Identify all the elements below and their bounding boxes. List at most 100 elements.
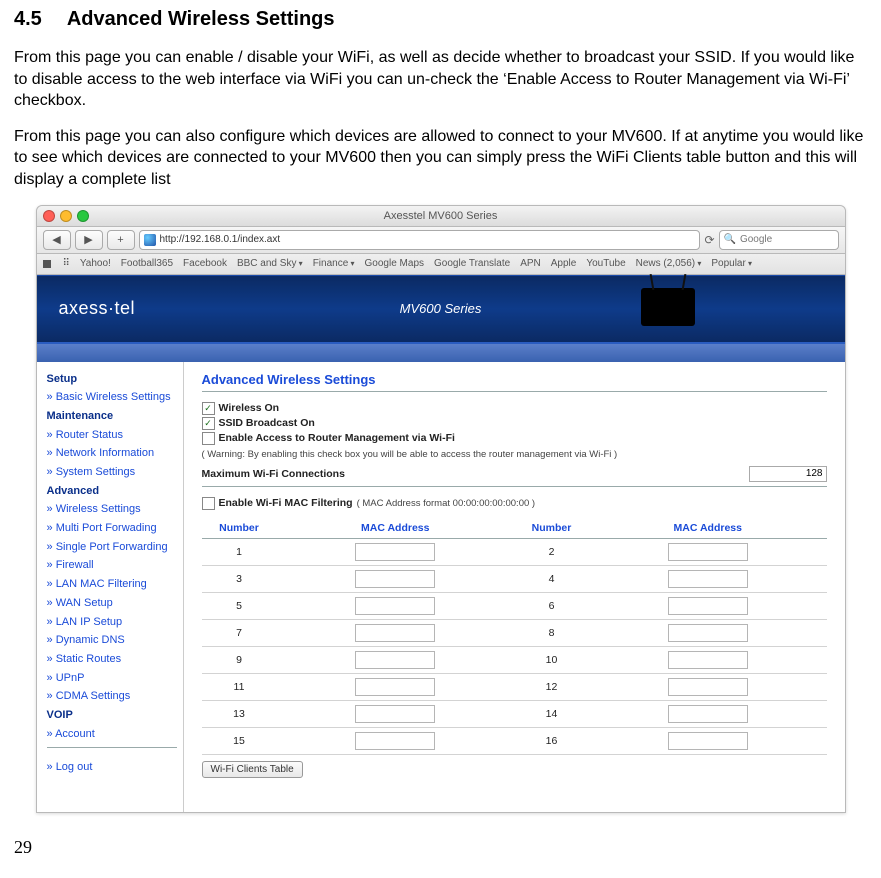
row-number: 4 — [514, 565, 589, 592]
mac-input[interactable] — [668, 705, 748, 723]
mac-input[interactable] — [355, 678, 435, 696]
row-number: 2 — [514, 538, 589, 565]
mac-input[interactable] — [355, 597, 435, 615]
sidebar-item-upnp[interactable]: » UPnP — [47, 669, 177, 688]
page-number: 29 — [14, 837, 867, 858]
sidebar-item-wan-setup[interactable]: » WAN Setup — [47, 594, 177, 613]
table-row: 56 — [202, 592, 827, 619]
forward-button[interactable]: ▶ — [75, 230, 103, 250]
sidebar-header-advanced: Advanced — [47, 482, 177, 501]
ssid-broadcast-checkbox[interactable] — [202, 417, 215, 430]
sidebar-item-system-settings[interactable]: » System Settings — [47, 463, 177, 482]
table-row: 34 — [202, 565, 827, 592]
back-button[interactable]: ◀ — [43, 230, 71, 250]
mac-input[interactable] — [668, 624, 748, 642]
sidebar-item-network-info[interactable]: » Network Information — [47, 444, 177, 463]
row-number: 6 — [514, 592, 589, 619]
sidebar: Setup » Basic Wireless Settings Maintena… — [37, 362, 184, 812]
sidebar-item-basic-wireless[interactable]: » Basic Wireless Settings — [47, 388, 177, 407]
sidebar-item-lan-ip[interactable]: » LAN IP Setup — [47, 613, 177, 632]
mac-input[interactable] — [355, 651, 435, 669]
mac-input[interactable] — [668, 678, 748, 696]
search-box[interactable]: 🔍 Google — [719, 230, 839, 250]
col-number: Number — [202, 518, 277, 539]
mac-input[interactable] — [355, 624, 435, 642]
sidebar-item-wireless-settings[interactable]: » Wireless Settings — [47, 500, 177, 519]
page-body: Setup » Basic Wireless Settings Maintena… — [37, 362, 845, 812]
mac-input[interactable] — [668, 570, 748, 588]
favicon-icon — [144, 234, 156, 246]
window-title: Axesstel MV600 Series — [37, 210, 845, 222]
bookmark-item[interactable]: Popular — [711, 258, 752, 269]
mac-filter-checkbox[interactable] — [202, 497, 215, 510]
body-paragraph-1: From this page you can enable / disable … — [14, 47, 867, 112]
bookmark-item[interactable]: Yahoo! — [80, 258, 111, 269]
add-bookmark-button[interactable]: + — [107, 230, 135, 250]
banner-subbar — [37, 344, 845, 362]
row-number: 7 — [202, 619, 277, 646]
mac-input[interactable] — [355, 543, 435, 561]
row-number: 3 — [202, 565, 277, 592]
max-connections-input[interactable] — [749, 466, 827, 482]
url-bar[interactable]: http://192.168.0.1/index.axt — [139, 230, 701, 250]
wireless-on-label: Wireless On — [219, 402, 280, 414]
mac-input[interactable] — [668, 732, 748, 750]
mac-input[interactable] — [355, 570, 435, 588]
col-mac-2: MAC Address — [589, 518, 827, 539]
ssid-broadcast-label: SSID Broadcast On — [219, 417, 315, 429]
bookmark-item[interactable]: Google Translate — [434, 258, 510, 269]
mac-input[interactable] — [355, 705, 435, 723]
sidebar-item-multi-port[interactable]: » Multi Port Forwading — [47, 519, 177, 538]
mac-input[interactable] — [355, 732, 435, 750]
enable-mgmt-warning: ( Warning: By enabling this check box yo… — [202, 449, 618, 460]
sidebar-item-router-status[interactable]: » Router Status — [47, 426, 177, 445]
wifi-clients-table-button[interactable]: Wi-Fi Clients Table — [202, 761, 303, 778]
row-number: 11 — [202, 673, 277, 700]
url-text: http://192.168.0.1/index.axt — [160, 234, 281, 245]
sidebar-item-logout[interactable]: » Log out — [47, 758, 177, 777]
table-row: 78 — [202, 619, 827, 646]
bookmark-item[interactable]: YouTube — [586, 258, 625, 269]
content-title: Advanced Wireless Settings — [202, 372, 827, 387]
enable-mgmt-checkbox[interactable] — [202, 432, 215, 445]
bookmark-item[interactable]: News (2,056) — [636, 258, 702, 269]
col-number-2: Number — [514, 518, 589, 539]
bookmark-item[interactable]: BBC and Sky — [237, 258, 303, 269]
body-paragraph-2: From this page you can also configure wh… — [14, 126, 867, 191]
content-area: Advanced Wireless Settings Wireless On S… — [184, 362, 845, 812]
table-row: 1516 — [202, 727, 827, 754]
mac-input[interactable] — [668, 651, 748, 669]
section-heading: 4.5 Advanced Wireless Settings — [14, 8, 867, 31]
mac-input[interactable] — [668, 597, 748, 615]
bookmark-item[interactable]: Google Maps — [365, 258, 424, 269]
col-mac: MAC Address — [277, 518, 515, 539]
sidebar-item-firewall[interactable]: » Firewall — [47, 556, 177, 575]
reload-icon[interactable]: ⟳ — [704, 233, 714, 247]
search-placeholder: Google — [740, 234, 772, 245]
sidebar-header-setup: Setup — [47, 370, 177, 389]
row-number: 14 — [514, 700, 589, 727]
wireless-on-checkbox[interactable] — [202, 402, 215, 415]
mac-table: Number MAC Address Number MAC Address 12… — [202, 518, 827, 755]
page-banner: axess·tel MV600 Series — [37, 275, 845, 344]
table-row: 12 — [202, 538, 827, 565]
sidebar-item-static-routes[interactable]: » Static Routes — [47, 650, 177, 669]
bookmark-item[interactable]: APN — [520, 258, 541, 269]
sidebar-item-account[interactable]: » Account — [47, 725, 177, 744]
bookmark-item[interactable]: Football365 — [121, 258, 173, 269]
show-bookmarks-icon[interactable] — [43, 260, 51, 268]
mac-format-hint: ( MAC Address format 00:00:00:00:00:00 ) — [357, 498, 535, 509]
row-number: 13 — [202, 700, 277, 727]
sidebar-item-cdma[interactable]: » CDMA Settings — [47, 687, 177, 706]
sidebar-item-ddns[interactable]: » Dynamic DNS — [47, 631, 177, 650]
row-number: 9 — [202, 646, 277, 673]
browser-window: Axesstel MV600 Series ◀ ▶ + http://192.1… — [36, 205, 846, 813]
sidebar-item-single-port[interactable]: » Single Port Forwarding — [47, 538, 177, 557]
bookmark-item[interactable]: Finance — [313, 258, 355, 269]
mac-input[interactable] — [668, 543, 748, 561]
max-connections-label: Maximum Wi-Fi Connections — [202, 468, 345, 480]
sidebar-item-lan-mac[interactable]: » LAN MAC Filtering — [47, 575, 177, 594]
bookmark-item[interactable]: Facebook — [183, 258, 227, 269]
bookmark-item[interactable]: Apple — [551, 258, 577, 269]
enable-mgmt-label: Enable Access to Router Management via W… — [219, 432, 455, 444]
